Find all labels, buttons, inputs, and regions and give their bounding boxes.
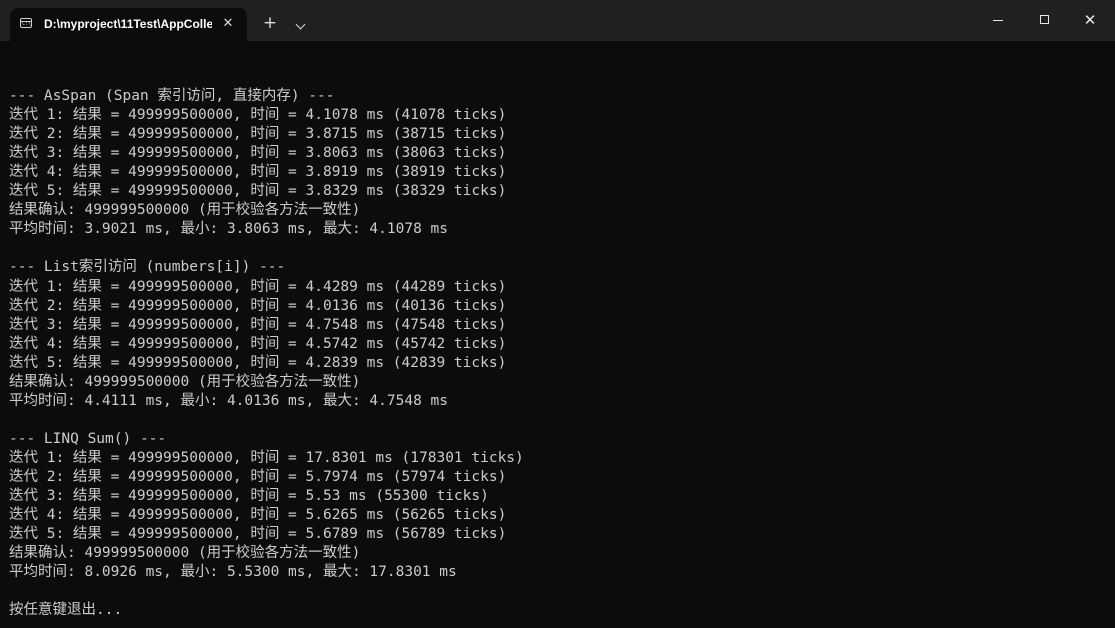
console-line: 迭代 2: 结果 = 499999500000, 时间 = 4.0136 ms … (9, 297, 507, 314)
console-line: 迭代 1: 结果 = 499999500000, 时间 = 4.4289 ms … (9, 278, 507, 295)
terminal-icon: C:\ (20, 18, 32, 28)
console-line: 平均时间: 8.0926 ms, 最小: 5.5300 ms, 最大: 17.8… (9, 564, 457, 581)
console-line: 迭代 5: 结果 = 499999500000, 时间 = 3.8329 ms … (9, 183, 507, 200)
console-line: 结果确认: 499999500000 (用于校验各方法一致性) (9, 373, 361, 390)
console-line: 迭代 2: 结果 = 499999500000, 时间 = 3.8715 ms … (9, 126, 507, 143)
console-line: 迭代 3: 结果 = 499999500000, 时间 = 5.53 ms (5… (9, 488, 489, 505)
close-window-button[interactable]: ✕ (1067, 0, 1113, 41)
chevron-down-icon (295, 19, 305, 30)
console-line: 迭代 4: 结果 = 499999500000, 时间 = 5.6265 ms … (9, 507, 507, 524)
maximize-icon (1040, 15, 1049, 24)
console-line: --- List索引访问 (numbers[i]) --- (9, 259, 286, 276)
title-bar[interactable]: C:\ D:\myproject\11Test\AppColle ✕ + ✕ (0, 0, 1115, 41)
terminal-icon-label: C:\ (22, 21, 32, 27)
maximize-button[interactable] (1021, 0, 1067, 41)
close-icon: ✕ (1083, 11, 1097, 29)
console-line: 平均时间: 4.4111 ms, 最小: 4.0136 ms, 最大: 4.75… (9, 392, 448, 409)
console-line: 迭代 5: 结果 = 499999500000, 时间 = 4.2839 ms … (9, 354, 507, 371)
minimize-button[interactable] (975, 0, 1021, 41)
close-tab-button[interactable]: ✕ (219, 15, 237, 33)
new-tab-button[interactable]: + (260, 13, 280, 33)
terminal-window: C:\ D:\myproject\11Test\AppColle ✕ + ✕ -… (0, 0, 1115, 628)
terminal-tab[interactable]: C:\ D:\myproject\11Test\AppColle ✕ (10, 8, 247, 41)
minimize-icon (993, 20, 1003, 21)
console-line: 迭代 5: 结果 = 499999500000, 时间 = 5.6789 ms … (9, 526, 507, 543)
console-line: 迭代 1: 结果 = 499999500000, 时间 = 17.8301 ms… (9, 449, 524, 466)
console-line: 结果确认: 499999500000 (用于校验各方法一致性) (9, 202, 361, 219)
console-line: --- AsSpan (Span 索引访问, 直接内存) --- (9, 88, 335, 105)
console-line: 迭代 2: 结果 = 499999500000, 时间 = 5.7974 ms … (9, 468, 507, 485)
console-line: 按任意键退出... (9, 602, 123, 619)
console-line: 迭代 3: 结果 = 499999500000, 时间 = 3.8063 ms … (9, 145, 507, 162)
console-line: 迭代 1: 结果 = 499999500000, 时间 = 4.1078 ms … (9, 107, 507, 124)
console-line: 结果确认: 499999500000 (用于校验各方法一致性) (9, 545, 361, 562)
console-line: 迭代 4: 结果 = 499999500000, 时间 = 4.5742 ms … (9, 335, 507, 352)
console-line: 迭代 4: 结果 = 499999500000, 时间 = 3.8919 ms … (9, 164, 507, 181)
tab-title: D:\myproject\11Test\AppColle (44, 17, 212, 31)
console-line: --- LINQ Sum() --- (9, 430, 167, 447)
console-line: 迭代 3: 结果 = 499999500000, 时间 = 4.7548 ms … (9, 316, 507, 333)
console-output[interactable]: --- AsSpan (Span 索引访问, 直接内存) --- 迭代 1: 结… (9, 68, 1099, 628)
tab-dropdown-button[interactable] (290, 13, 310, 33)
console-line: 平均时间: 3.9021 ms, 最小: 3.8063 ms, 最大: 4.10… (9, 221, 448, 238)
scrollbar[interactable] (1110, 50, 1113, 610)
